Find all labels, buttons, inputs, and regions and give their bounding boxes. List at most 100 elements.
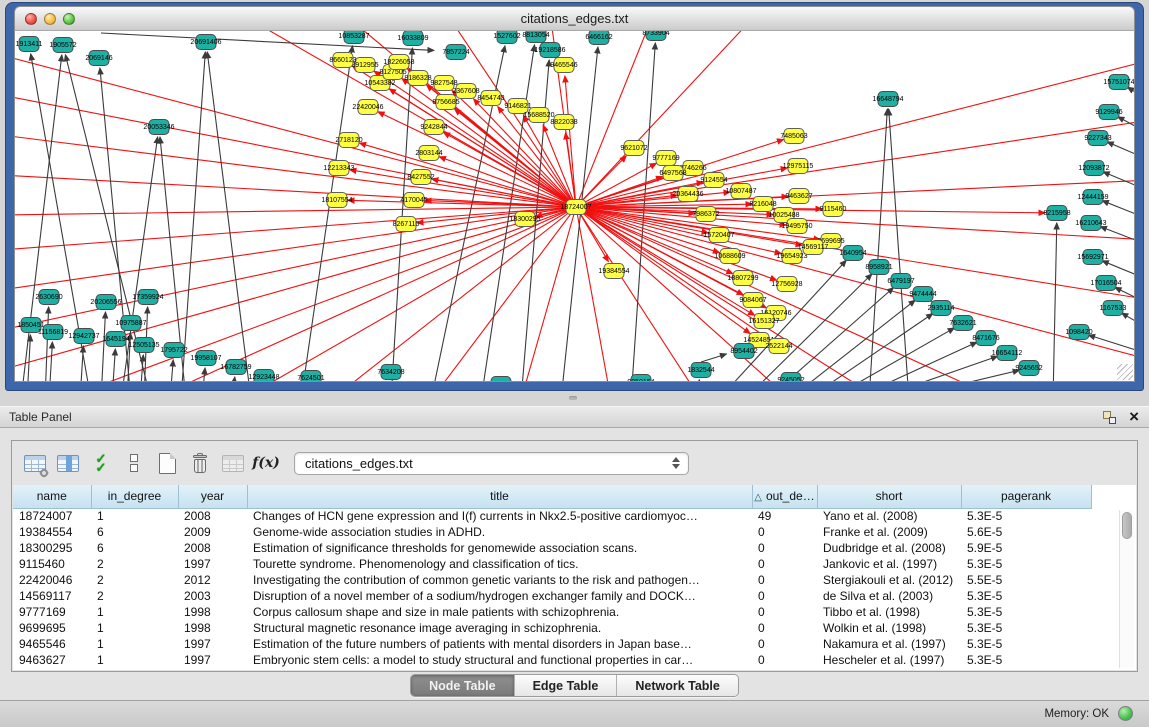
edge[interactable] [1128, 87, 1134, 108]
table-cell[interactable]: 0 [752, 572, 817, 588]
tab-edge-table[interactable]: Edge Table [514, 675, 617, 696]
table-cell[interactable]: 9777169 [13, 604, 91, 620]
table-cell[interactable]: 5.3E-5 [961, 508, 1091, 524]
table-cell[interactable]: Yano et al. (2008) [817, 508, 961, 524]
edge[interactable] [696, 380, 699, 381]
table-row[interactable]: 911546021997Tourette syndrome. Phenomeno… [13, 556, 1091, 572]
table-cell[interactable]: 9115460 [13, 556, 91, 572]
table-cell[interactable]: 1997 [178, 652, 247, 668]
table-cell[interactable]: 2003 [178, 588, 247, 604]
edge[interactable] [851, 342, 977, 381]
tab-network-table[interactable]: Network Table [616, 675, 738, 696]
table-cell[interactable]: 19384554 [13, 524, 91, 540]
table-cell[interactable]: Stergiakouli et al. (2012) [817, 572, 961, 588]
edge[interactable] [80, 346, 83, 381]
edge[interactable] [1103, 172, 1134, 196]
table-cell[interactable]: 49 [752, 508, 817, 524]
table-cell[interactable]: Structural magnetic resonance image aver… [247, 620, 752, 636]
table-cell[interactable]: 0 [752, 588, 817, 604]
table-cell[interactable]: 2012 [178, 572, 247, 588]
float-window-icon[interactable] [1102, 410, 1117, 425]
table-row[interactable]: 946554611997Estimation of the future num… [13, 636, 1091, 652]
show-columns-button[interactable] [53, 448, 83, 478]
close-panel-icon[interactable]: × [1129, 409, 1139, 425]
select-columns-button[interactable]: ✓✓ [86, 448, 116, 478]
table-cell[interactable]: 0 [752, 524, 817, 540]
edge[interactable] [101, 312, 105, 381]
table-cell[interactable]: 5.3E-5 [961, 604, 1091, 620]
network-window[interactable]: citations_edges.txt 18724007183002951938… [5, 2, 1144, 391]
table-cell[interactable]: Jankovic et al. (1997) [817, 556, 961, 572]
delete-column-button[interactable] [185, 448, 215, 478]
table-cell[interactable]: 1 [91, 508, 178, 524]
table-cell[interactable]: 5.3E-5 [961, 636, 1091, 652]
table-cell[interactable]: 2 [91, 572, 178, 588]
edge[interactable] [1118, 117, 1134, 140]
table-row[interactable]: 1456911722003Disruption of a novel membe… [13, 588, 1091, 604]
table-row[interactable]: 1938455462009Genome-wide association stu… [13, 524, 1091, 540]
table-scrollbar[interactable] [1119, 510, 1134, 668]
table-cell[interactable]: de Silva et al. (2003) [817, 588, 961, 604]
column-header[interactable]: in_degree [91, 485, 178, 508]
edge[interactable] [181, 52, 205, 381]
table-cell[interactable]: 2008 [178, 508, 247, 524]
table-cell[interactable]: Investigating the contribution of common… [247, 572, 752, 588]
table-cell[interactable]: Franke et al. (2009) [817, 524, 961, 540]
edge[interactable] [241, 207, 576, 381]
table-cell[interactable]: Genome-wide association studies in ADHD. [247, 524, 752, 540]
table-cell[interactable]: 0 [752, 620, 817, 636]
table-cell[interactable]: Tibbo et al. (1998) [817, 604, 961, 620]
column-header[interactable]: name [13, 485, 91, 508]
table-cell[interactable]: 6 [91, 540, 178, 556]
table-cell[interactable]: 0 [752, 556, 817, 572]
table-cell[interactable]: 6 [91, 524, 178, 540]
table-row[interactable]: 1872400712008Changes of HCN gene express… [13, 508, 1091, 524]
delete-table-button[interactable] [218, 448, 248, 478]
edge[interactable] [889, 109, 909, 381]
table-cell[interactable]: 14569117 [13, 588, 91, 604]
table-cell[interactable]: Wolkin et al. (1998) [817, 620, 961, 636]
edge[interactable] [391, 48, 412, 381]
table-cell[interactable]: 2008 [178, 540, 247, 556]
table-cell[interactable]: 0 [752, 604, 817, 620]
column-header[interactable]: title [247, 485, 752, 508]
table-cell[interactable]: 5.6E-5 [961, 524, 1091, 540]
edge[interactable] [15, 207, 576, 290]
edge[interactable] [202, 368, 205, 381]
table-cell[interactable]: 5.3E-5 [961, 652, 1091, 668]
edge[interactable] [170, 360, 173, 381]
table-cell[interactable]: Changes of HCN gene expression and I(f) … [247, 508, 752, 524]
edge[interactable] [1102, 201, 1134, 224]
edge[interactable] [701, 354, 726, 362]
edge[interactable] [576, 207, 1001, 381]
table-cell[interactable]: 18300295 [13, 540, 91, 556]
table-cell[interactable]: 0 [752, 540, 817, 556]
table-cell[interactable]: 1998 [178, 620, 247, 636]
table-cell[interactable]: 22420046 [13, 572, 91, 588]
table-row[interactable]: 969969511998Structural magnetic resonanc… [13, 620, 1091, 636]
table-cell[interactable]: 1 [91, 636, 178, 652]
network-view[interactable]: 1872400718300295193845548267110417004518… [14, 30, 1135, 382]
table-cell[interactable]: 5.9E-5 [961, 540, 1091, 556]
table-cell[interactable]: 9465546 [13, 636, 91, 652]
edge[interactable] [15, 207, 576, 370]
table-cell[interactable]: Corpus callosum shape and size in male p… [247, 604, 752, 620]
table-cell[interactable]: 1 [91, 652, 178, 668]
network-window-titlebar[interactable]: citations_edges.txt [14, 6, 1135, 30]
table-cell[interactable]: 0 [752, 652, 817, 668]
table-cell[interactable]: 0 [752, 636, 817, 652]
table-cell[interactable]: Dudbridge et al. (2008) [817, 540, 961, 556]
column-header[interactable]: △out_de… [752, 485, 817, 508]
edge[interactable] [232, 377, 235, 381]
edge[interactable] [301, 46, 353, 381]
table-cell[interactable]: 1 [91, 620, 178, 636]
column-header[interactable]: year [178, 485, 247, 508]
edge[interactable] [112, 349, 115, 381]
network-graph[interactable]: 1872400718300295193845548267110417004518… [15, 31, 1134, 381]
table-cell[interactable]: 2009 [178, 524, 247, 540]
table-row[interactable]: 2242004622012Investigating the contribut… [13, 572, 1091, 588]
edge[interactable] [872, 356, 998, 381]
column-header[interactable]: short [817, 485, 961, 508]
table-row[interactable]: 946362711997Embryonic stem cells: a mode… [13, 652, 1091, 668]
table-cell[interactable]: 5.5E-5 [961, 572, 1091, 588]
